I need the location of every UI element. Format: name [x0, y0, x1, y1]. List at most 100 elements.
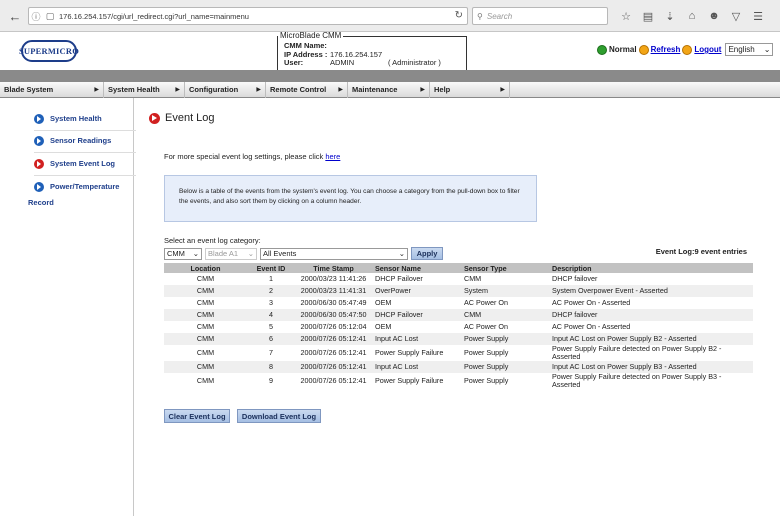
home-icon[interactable]: ⌂: [684, 8, 700, 24]
table-row: CMM 7 2000/07/26 05:12:41 Power Supply Fail…: [164, 345, 753, 361]
menu-remote-control[interactable]: Remote Control ▶: [266, 81, 348, 98]
table-row: CMM 2 2000/03/23 11:41:31 OverPower System Sy…: [164, 285, 753, 297]
menu-configuration[interactable]: Configuration ▶: [185, 81, 266, 98]
browser-search-input[interactable]: ⚲ Search: [472, 7, 608, 25]
reload-icon[interactable]: ↻: [455, 10, 463, 21]
cell-event-id: 9: [269, 376, 273, 385]
menu-icon[interactable]: ☰: [750, 8, 766, 24]
menu-label: Blade System: [4, 85, 54, 94]
arrow-circle-icon: [34, 136, 44, 146]
sidebar-item-sensor-readings[interactable]: Sensor Readings: [34, 136, 136, 153]
table-row: CMM 5 2000/07/26 05:12:04 OEM AC Power On AC …: [164, 321, 753, 333]
device-select[interactable]: CMM ⌄: [164, 247, 202, 260]
refresh-icon[interactable]: [638, 44, 649, 55]
page-title: Event Log: [149, 112, 215, 124]
cell-event-id: 4: [247, 309, 295, 321]
cell-event-id: 7: [269, 348, 273, 357]
sidebar-item-system-health[interactable]: System Health: [34, 114, 136, 131]
pocket-icon[interactable]: ▽: [728, 8, 744, 24]
clear-event-log-button[interactable]: Clear Event Log: [164, 409, 230, 423]
chat-icon[interactable]: ☻: [706, 8, 722, 24]
sidebar-item-label: Sensor Readings: [50, 136, 112, 145]
cell-description: Power Supply Failure detected on Power S…: [552, 344, 722, 361]
column-header-event-id[interactable]: Event ID: [247, 263, 295, 273]
app-header: SUPERMICRO MicroBlade CMM CMM Name: IP A…: [0, 31, 780, 72]
arrow-circle-icon: [34, 114, 44, 124]
user-label: User:: [284, 58, 304, 67]
download-event-log-button[interactable]: Download Event Log: [237, 409, 321, 423]
column-header-location[interactable]: Location: [164, 263, 247, 273]
logo-text: SUPERMICRO: [18, 46, 80, 56]
info-icon[interactable]: ⓘ: [29, 10, 43, 23]
column-header-sensor-type[interactable]: Sensor Type: [461, 263, 549, 273]
sidebar-item-power-temperature[interactable]: Power/Temperature: [34, 182, 136, 192]
more-settings-label: For more special event log settings, ple…: [164, 152, 326, 161]
logout-link[interactable]: Logout: [694, 45, 721, 54]
cell-description: AC Power On - Asserted: [552, 322, 631, 331]
menu-maintenance[interactable]: Maintenance ▶: [348, 81, 430, 98]
download-icon[interactable]: ⇣: [662, 8, 678, 24]
logout-icon[interactable]: [682, 44, 693, 55]
event-entries-count: Event Log:9 event entries: [655, 247, 747, 256]
url-text[interactable]: 176.16.254.157/cgi/url_redirect.cgi?url_…: [59, 12, 249, 21]
bookmark-star-icon[interactable]: ☆: [618, 8, 634, 24]
menu-system-health[interactable]: System Health ▶: [104, 81, 185, 98]
cell-time-stamp: 2000/07/26 05:12:41: [300, 376, 367, 385]
sidebar-item-record[interactable]: Record: [28, 198, 54, 207]
chevron-down-icon: ⌄: [192, 249, 199, 258]
cell-sensor-type: CMM: [464, 274, 482, 283]
cell-sensor-name: DHCP Failover: [375, 274, 423, 283]
sidebar-item-label: System Event Log: [50, 159, 116, 168]
status-normal-icon: [597, 44, 607, 55]
user-value: ADMIN: [330, 58, 355, 67]
menu-arrow-icon: ▶: [338, 87, 343, 93]
menu-help[interactable]: Help ▶: [430, 81, 510, 98]
cell-sensor-name: OEM: [375, 322, 392, 331]
column-header-time-stamp[interactable]: Time Stamp: [295, 263, 372, 273]
more-settings-link[interactable]: here: [325, 152, 340, 161]
sidebar-item-label: Power/Temperature: [50, 182, 120, 191]
cell-sensor-name: Power Supply Failure: [375, 376, 444, 385]
search-icon: ⚲: [477, 11, 483, 21]
status-normal-text: Normal: [609, 45, 637, 54]
chevron-down-icon: ⌄: [398, 249, 405, 258]
browser-icons: ☆ ▤ ⇣ ⌂ ☻ ▽ ☰: [618, 8, 766, 24]
event-category-select[interactable]: All Events ⌄: [260, 247, 408, 260]
sidebar-item-system-event-log[interactable]: System Event Log: [34, 159, 136, 176]
header-actions: Normal Refresh Logout English ⌄: [597, 43, 774, 56]
cell-description: Power Supply Failure detected on Power S…: [552, 372, 722, 389]
cell-location: CMM: [164, 333, 247, 345]
reading-list-icon[interactable]: ▤: [640, 8, 656, 24]
cell-sensor-type: AC Power On: [464, 322, 508, 331]
table-row: CMM 9 2000/07/26 05:12:41 Power Supply Fail…: [164, 373, 753, 389]
header-divider-band: [0, 70, 780, 82]
cell-description: System Overpower Event - Asserted: [549, 285, 753, 297]
language-select[interactable]: English ⌄: [725, 43, 774, 56]
menu-arrow-icon: ▶: [175, 87, 180, 93]
cell-time-stamp: 2000/03/23 11:41:31: [295, 285, 372, 297]
cell-event-id: 2: [247, 285, 295, 297]
cell-event-id: 8: [247, 361, 295, 373]
main-content: Event Log For more special event log set…: [145, 98, 775, 516]
back-icon[interactable]: ←: [6, 7, 24, 25]
apply-button[interactable]: Apply: [411, 247, 443, 260]
cmm-info-box: MicroBlade CMM CMM Name: IP Address :176…: [277, 31, 467, 72]
cell-sensor-type: Power Supply: [464, 376, 509, 385]
column-header-description[interactable]: Description: [549, 263, 753, 273]
info-panel: Below is a table of the events from the …: [164, 175, 537, 222]
cell-event-id: 6: [247, 333, 295, 345]
event-category-value: All Events: [263, 249, 297, 258]
cell-time-stamp: 2000/07/26 05:12:41: [295, 333, 372, 345]
cell-sensor-type: System: [461, 285, 549, 297]
address-bar[interactable]: ⓘ ▢ 176.16.254.157/cgi/url_redirect.cgi?…: [28, 7, 468, 25]
cell-sensor-name: Power Supply Failure: [375, 348, 444, 357]
user-role: ( Administrator ): [388, 58, 441, 67]
cell-location: CMM: [196, 348, 215, 357]
blade-select: Blade A1 ⌄: [205, 247, 257, 260]
menu-blade-system[interactable]: Blade System ▶: [0, 81, 104, 98]
column-header-sensor-name[interactable]: Sensor Name: [372, 263, 461, 273]
cell-sensor-type: AC Power On: [464, 298, 508, 307]
cell-time-stamp: 2000/07/26 05:12:41: [300, 348, 367, 357]
refresh-link[interactable]: Refresh: [651, 45, 681, 54]
cell-time-stamp: 2000/06/30 05:47:50: [295, 309, 372, 321]
